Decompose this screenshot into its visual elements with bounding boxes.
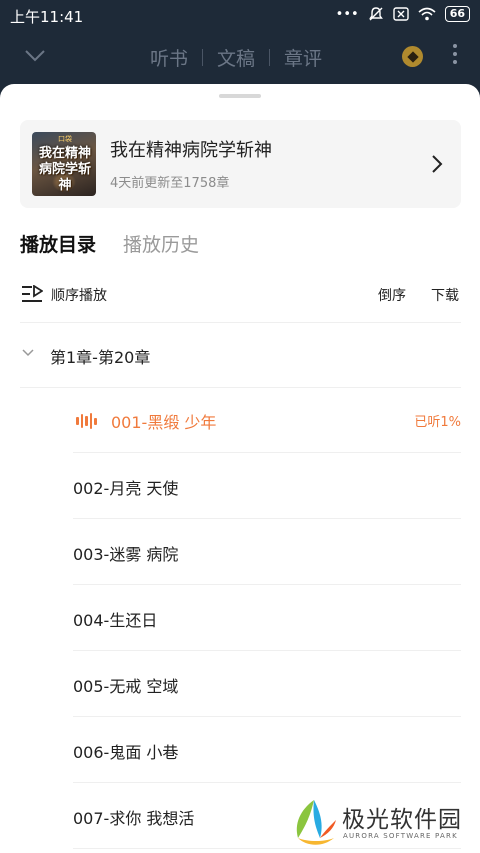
status-time: 上午11:41 [10,8,84,26]
sequential-play-icon[interactable] [21,285,43,303]
now-playing-wave-icon [76,413,97,429]
chapter-title: 007-求你 我想活 [73,809,195,828]
status-bar: 上午11:41 ••• 66 [0,0,480,32]
chapter-title: 006-鬼面 小巷 [73,743,179,762]
book-title: 我在精神病院学斩神 [110,140,272,161]
book-cover: 口袋 我在精神病院学斩神 [32,132,96,196]
chapter-row[interactable]: 006-鬼面 小巷 [73,717,461,783]
nav-tabs: 听书 文稿 章评 [150,44,322,71]
download-button[interactable]: 下载 [431,285,459,305]
sequential-play-label[interactable]: 顺序播放 [51,285,107,305]
drag-handle[interactable] [219,94,261,98]
chapter-row[interactable]: 005-无戒 空域 [73,651,461,717]
chapter-title: 001-黑缎 少年 [111,413,217,432]
status-icons: ••• 66 [336,6,470,22]
aurora-logo-icon [296,800,336,845]
book-card[interactable]: 口袋 我在精神病院学斩神 我在精神病院学斩神 4天前更新至1758章 [20,120,461,208]
chapter-row-active[interactable]: 001-黑缎 少年 已听1% [73,387,461,453]
coin-icon[interactable] [402,46,423,67]
more-options-icon[interactable] [450,44,460,64]
chapter-title: 004-生还日 [73,611,158,630]
collapse-chevron-icon[interactable] [24,44,46,66]
nav-divider [202,49,204,66]
divider [20,322,461,323]
sim-x-icon [392,7,409,21]
reverse-order-button[interactable]: 倒序 [378,285,406,305]
chapter-row[interactable]: 003-迷雾 病院 [73,519,461,585]
listened-progress: 已听1% [414,415,461,430]
watermark: 极光软件园 AURORA SOFTWARE PARK [288,796,480,853]
cover-badge: 口袋 [58,135,72,143]
playlist-sheet: 口袋 我在精神病院学斩神 我在精神病院学斩神 4天前更新至1758章 播放目录 … [0,84,480,853]
wifi-icon [418,7,436,21]
tab-history[interactable]: 播放历史 [123,230,199,257]
tab-playlist[interactable]: 播放目录 [20,230,96,257]
tab-listen[interactable]: 听书 [150,44,188,71]
chevron-right-icon [432,155,443,173]
watermark-name: 极光软件园 [342,807,462,833]
chapter-title: 002-月亮 天使 [73,479,179,498]
tab-transcript[interactable]: 文稿 [217,44,255,71]
tab-comments[interactable]: 章评 [284,44,322,71]
watermark-subtitle: AURORA SOFTWARE PARK [343,832,458,840]
nav-divider [269,49,271,66]
mute-icon [368,7,383,21]
cover-title: 我在精神病院学斩神 [38,146,91,193]
chapter-title: 003-迷雾 病院 [73,545,179,564]
chapter-group-label[interactable]: 第1章-第20章 [50,344,150,368]
chapter-title: 005-无戒 空域 [73,677,179,696]
chapter-row[interactable]: 004-生还日 [73,585,461,651]
chapter-row[interactable]: 002-月亮 天使 [73,453,461,519]
battery-indicator: 66 [444,6,470,22]
top-nav: 听书 文稿 章评 [0,32,480,82]
chevron-down-icon[interactable] [21,348,35,358]
book-update-info: 4天前更新至1758章 [110,176,230,191]
signal-dots-icon: ••• [335,6,359,22]
